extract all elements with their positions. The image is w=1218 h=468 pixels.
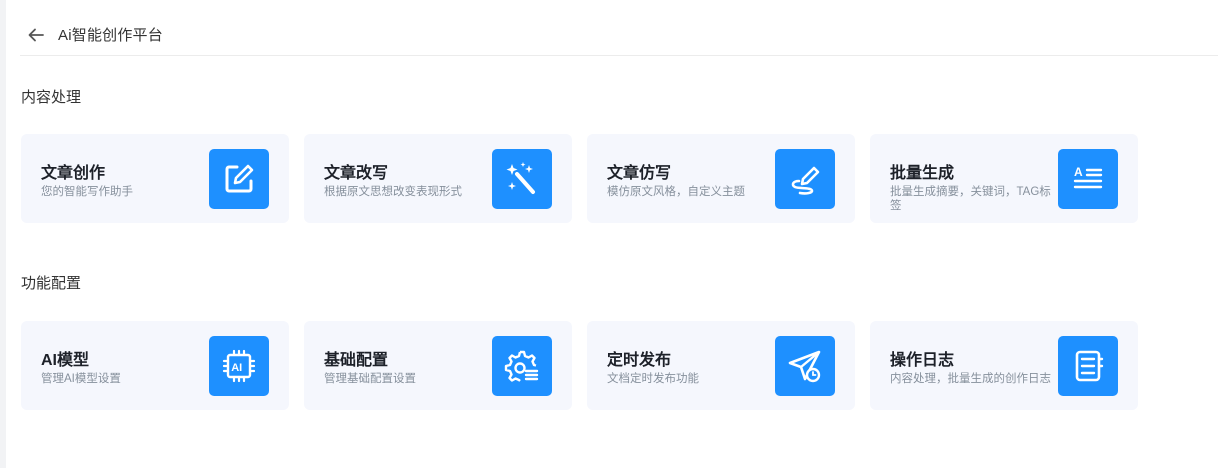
ai-chip-icon: AI: [209, 336, 269, 396]
card-title: 操作日志: [890, 352, 955, 369]
section-title-content: 内容处理: [21, 89, 82, 106]
card-desc: 管理基础配置设置: [324, 373, 416, 385]
card-title: 文章创作: [41, 165, 106, 182]
magic-wand-icon: [492, 149, 552, 209]
text-list-icon: A: [1058, 149, 1118, 209]
edit-square-icon: [209, 149, 269, 209]
arrow-left-icon: [28, 28, 44, 41]
card-desc: 批量生成摘要，关键词，TAG标签: [890, 186, 1051, 212]
section-title-config: 功能配置: [21, 275, 82, 292]
card-title: 文章仿写: [607, 165, 672, 182]
card-desc: 文档定时发布功能: [607, 373, 699, 385]
svg-text:A: A: [1074, 165, 1083, 179]
card-title: 基础配置: [324, 352, 389, 369]
card-basic-config[interactable]: 基础配置 管理基础配置设置: [304, 321, 572, 410]
card-title: AI模型: [41, 352, 90, 369]
page-header: Ai智能创作平台: [20, 14, 1218, 56]
card-operation-log[interactable]: 操作日志 内容处理，批量生成的创作日志: [870, 321, 1138, 410]
svg-text:AI: AI: [231, 362, 242, 374]
pen-signature-icon: [775, 149, 835, 209]
card-ai-model[interactable]: AI模型 管理AI模型设置 AI: [21, 321, 289, 410]
card-title: 文章改写: [324, 165, 389, 182]
back-button[interactable]: [24, 23, 48, 47]
page-title: Ai智能创作平台: [58, 27, 163, 44]
left-edge-divider: [0, 0, 6, 468]
card-scheduled-publish[interactable]: 定时发布 文档定时发布功能: [587, 321, 855, 410]
card-batch-generate[interactable]: 批量生成 批量生成摘要，关键词，TAG标签 A: [870, 134, 1138, 223]
card-desc: 内容处理，批量生成的创作日志: [890, 373, 1051, 385]
card-desc: 您的智能写作助手: [41, 186, 133, 198]
card-article-create[interactable]: 文章创作 您的智能写作助手: [21, 134, 289, 223]
card-title: 定时发布: [607, 352, 672, 369]
card-article-rewrite[interactable]: 文章改写 根据原文思想改变表现形式: [304, 134, 572, 223]
gear-settings-icon: [492, 336, 552, 396]
card-desc: 根据原文思想改变表现形式: [324, 186, 462, 198]
card-title: 批量生成: [890, 165, 955, 182]
notebook-log-icon: [1058, 336, 1118, 396]
card-desc: 管理AI模型设置: [41, 373, 121, 385]
card-article-imitate[interactable]: 文章仿写 模仿原文风格，自定义主题: [587, 134, 855, 223]
card-desc: 模仿原文风格，自定义主题: [607, 186, 745, 198]
paper-plane-clock-icon: [775, 336, 835, 396]
